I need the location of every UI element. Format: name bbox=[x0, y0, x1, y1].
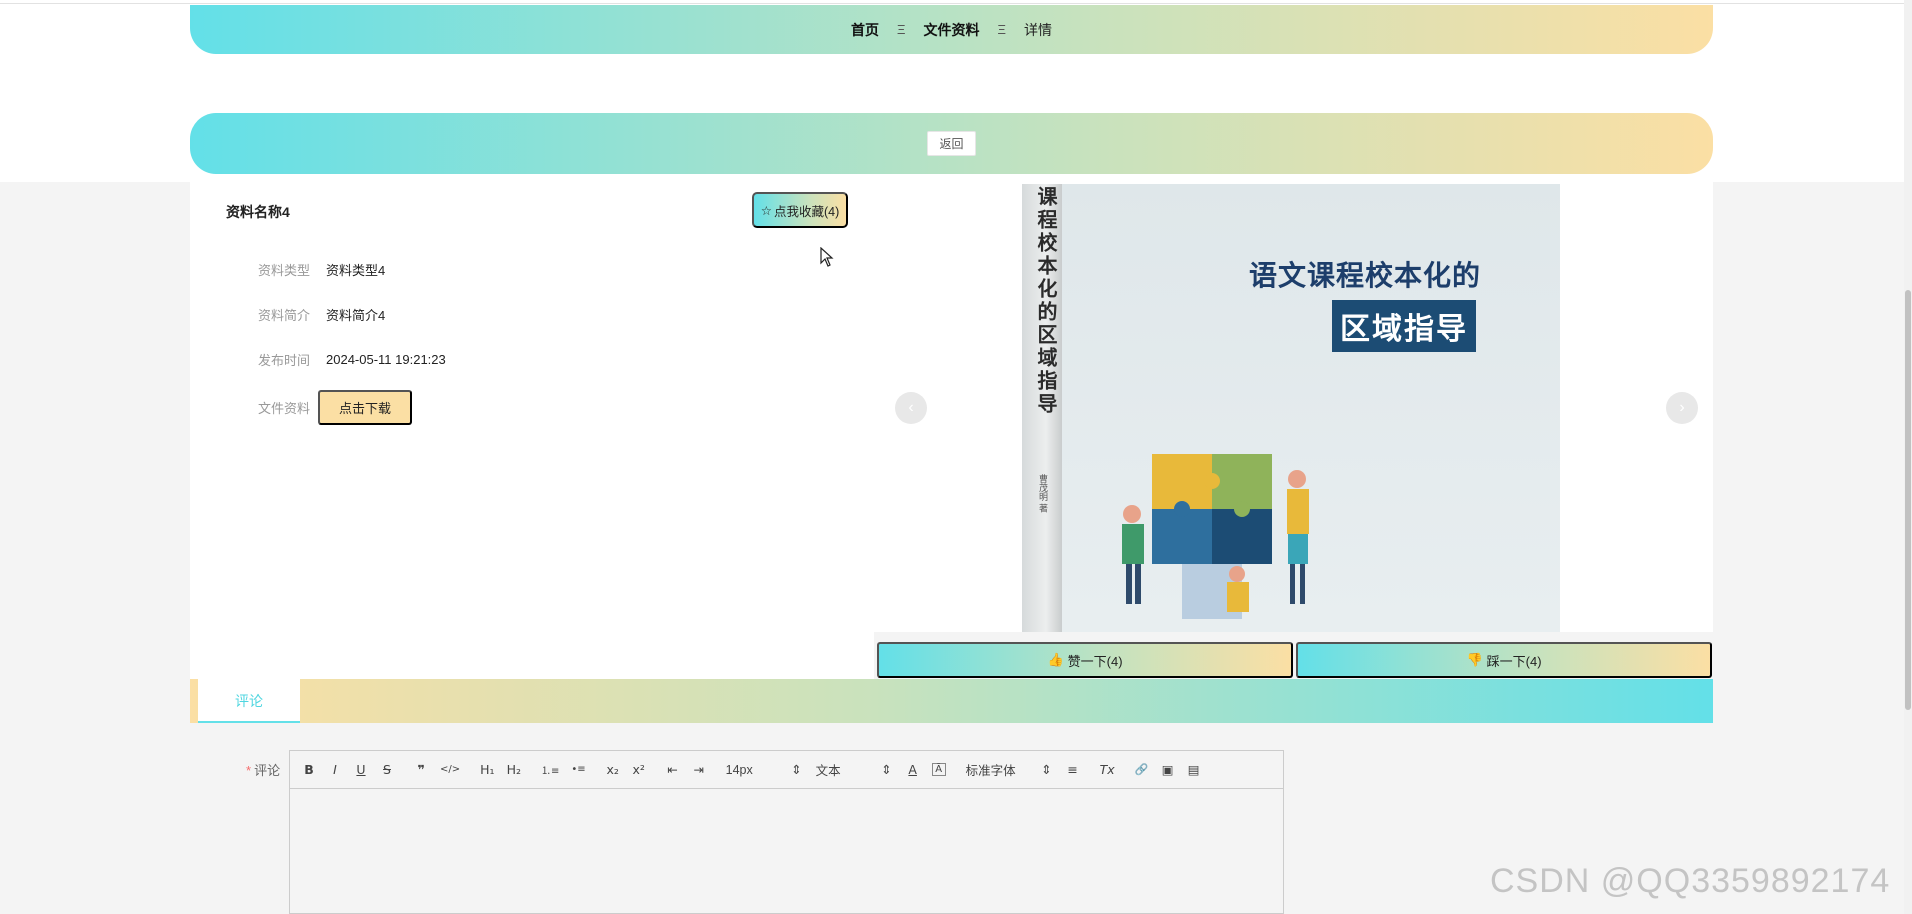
breadcrumb-home[interactable]: 首页 bbox=[851, 20, 879, 40]
chevron-right-icon: › bbox=[1679, 399, 1685, 416]
comment-label-text: 评论 bbox=[254, 763, 281, 778]
field-summary: 资料简介 资料简介4 bbox=[258, 305, 385, 324]
breadcrumb-detail: 详情 bbox=[1023, 21, 1052, 38]
watermark: CSDN @QQ3359892174 bbox=[1490, 862, 1891, 900]
bold-button[interactable]: B bbox=[302, 762, 316, 777]
thumbs-up-icon: 👍 bbox=[1047, 652, 1064, 667]
indent-button[interactable]: ⇥ bbox=[692, 762, 706, 777]
breadcrumb-files[interactable]: 文件资料 bbox=[924, 20, 980, 40]
breadcrumb-separator: Ξ bbox=[897, 22, 906, 37]
field-file-label: 文件资料 bbox=[258, 401, 311, 416]
carousel-next-button[interactable]: › bbox=[1666, 392, 1698, 424]
h1-button[interactable]: H₁ bbox=[480, 762, 494, 777]
comment-field-label: * 评论 bbox=[246, 760, 280, 779]
breadcrumb: 首页 Ξ 文件资料 Ξ 详情 bbox=[190, 5, 1713, 54]
clean-format-button[interactable]: Tx bbox=[1100, 762, 1115, 777]
bullet-list-button[interactable]: •≡ bbox=[571, 764, 585, 775]
image-button[interactable]: ▣ bbox=[1161, 762, 1175, 777]
tab-comment[interactable]: 评论 bbox=[198, 679, 300, 723]
top-divider bbox=[0, 3, 1912, 4]
download-button[interactable]: 点击下载 bbox=[318, 390, 413, 425]
book-cover-image: 课程校本化的区域指导 曹茂明 著 语文课程校本化的 区域指导 bbox=[1022, 184, 1560, 632]
favorite-button[interactable]: ☆ 点我收藏(4) bbox=[752, 192, 848, 228]
back-button[interactable]: 返回 bbox=[927, 131, 976, 156]
underline-button[interactable]: U bbox=[354, 762, 368, 777]
field-publish-time-label: 发布时间 bbox=[258, 353, 311, 368]
star-icon: ☆ bbox=[760, 203, 772, 218]
field-file: 文件资料 点击下载 bbox=[258, 390, 413, 425]
image-carousel: 课程校本化的区域指导 曹茂明 著 语文课程校本化的 区域指导 ‹ › bbox=[874, 182, 1713, 632]
mouse-cursor-icon bbox=[820, 247, 834, 267]
chevron-left-icon: ‹ bbox=[908, 399, 914, 416]
font-size-value: 14px bbox=[725, 762, 753, 777]
carousel-prev-button[interactable]: ‹ bbox=[895, 392, 927, 424]
select-arrows-icon: ⇕ bbox=[1041, 763, 1052, 777]
like-button[interactable]: 👍 赞一下(4) bbox=[877, 642, 1293, 678]
align-button[interactable]: ≡ bbox=[1066, 762, 1080, 777]
font-family-value: 标准字体 bbox=[965, 764, 1016, 778]
select-arrows-icon: ⇕ bbox=[791, 763, 802, 777]
field-publish-time: 发布时间 2024-05-11 19:21:23 bbox=[258, 350, 446, 369]
comment-editor: B I U S ❞ </> H₁ H₂ ⒈≡ •≡ x₂ x² ⇤ ⇥ 14px… bbox=[289, 750, 1284, 914]
tabs-bar: 评论 bbox=[190, 679, 1713, 723]
detail-card: 资料名称4 ☆ 点我收藏(4) 资料类型 资料类型4 资料简介 资料简介4 发布… bbox=[190, 182, 874, 680]
strike-button[interactable]: S bbox=[380, 762, 394, 777]
text-color-button[interactable]: A bbox=[906, 762, 920, 777]
subscript-button[interactable]: x₂ bbox=[606, 762, 620, 777]
font-size-select[interactable]: 14px ⇕ bbox=[725, 762, 802, 778]
breadcrumb-separator: Ξ bbox=[997, 22, 1006, 37]
back-bar: 返回 bbox=[190, 113, 1713, 174]
background-color-button[interactable]: Ā bbox=[931, 763, 946, 776]
field-summary-value: 资料简介4 bbox=[326, 308, 386, 323]
puzzle-illustration bbox=[1122, 454, 1309, 619]
italic-button[interactable]: I bbox=[328, 762, 342, 777]
text-format-value: 文本 bbox=[815, 764, 841, 778]
thumbs-down-icon: 👎 bbox=[1466, 652, 1483, 667]
spine-author: 曹茂明 著 bbox=[1038, 474, 1048, 513]
cover-title-line1: 语文课程校本化的 bbox=[1249, 260, 1482, 291]
like-label: 赞一下(4) bbox=[1067, 653, 1123, 669]
field-summary-label: 资料简介 bbox=[258, 308, 311, 323]
field-type-value: 资料类型4 bbox=[326, 263, 386, 278]
comment-editor-area[interactable] bbox=[290, 789, 1283, 913]
editor-toolbar: B I U S ❞ </> H₁ H₂ ⒈≡ •≡ x₂ x² ⇤ ⇥ 14px… bbox=[290, 751, 1283, 789]
code-button[interactable]: </> bbox=[440, 764, 460, 775]
dislike-label: 踩一下(4) bbox=[1486, 653, 1542, 669]
scrollbar-thumb[interactable] bbox=[1905, 290, 1911, 710]
field-type-label: 资料类型 bbox=[258, 263, 311, 278]
outdent-button[interactable]: ⇤ bbox=[666, 762, 680, 777]
quote-button[interactable]: ❞ bbox=[414, 762, 428, 777]
link-button[interactable]: 🔗 bbox=[1135, 763, 1149, 776]
resource-title: 资料名称4 bbox=[226, 204, 290, 220]
required-mark: * bbox=[246, 763, 252, 778]
field-publish-time-value: 2024-05-11 19:21:23 bbox=[326, 352, 446, 367]
text-format-select[interactable]: 文本 ⇕ bbox=[816, 760, 892, 779]
cover-title-line2: 区域指导 bbox=[1332, 300, 1476, 352]
h2-button[interactable]: H₂ bbox=[507, 762, 521, 777]
favorite-label: 点我收藏(4) bbox=[773, 204, 840, 219]
font-family-select[interactable]: 标准字体 ⇕ bbox=[966, 760, 1052, 779]
tab-active-indicator bbox=[198, 721, 300, 723]
video-button[interactable]: ▤ bbox=[1187, 762, 1201, 777]
spine-title: 课程校本化的区域指导 bbox=[1034, 186, 1058, 416]
field-type: 资料类型 资料类型4 bbox=[258, 260, 385, 279]
ordered-list-button[interactable]: ⒈≡ bbox=[541, 762, 559, 777]
select-arrows-icon: ⇕ bbox=[881, 763, 892, 777]
superscript-button[interactable]: x² bbox=[632, 762, 646, 777]
dislike-button[interactable]: 👎 踩一下(4) bbox=[1296, 642, 1712, 678]
